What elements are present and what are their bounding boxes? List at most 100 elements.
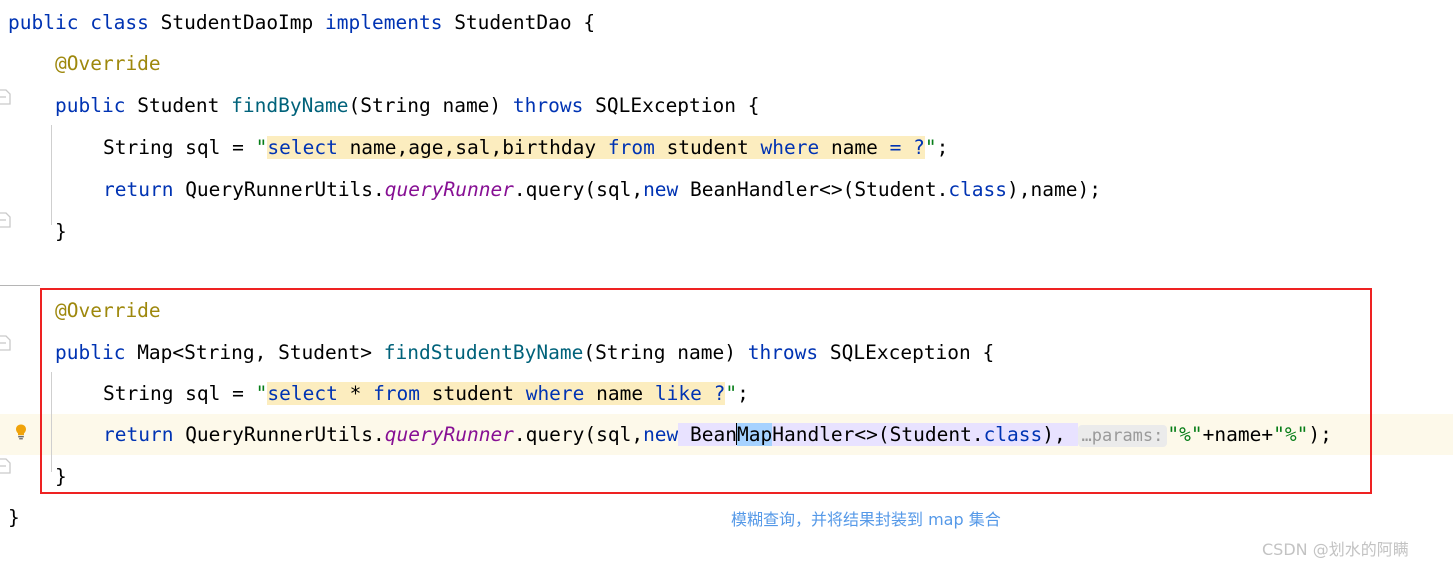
sql-keyword-from: from — [373, 382, 421, 405]
sql-table: student — [420, 382, 526, 405]
variable-name: name — [1214, 423, 1262, 446]
quote-close: " — [725, 382, 738, 405]
implementing-method-icon[interactable] — [0, 335, 12, 352]
open-brace: { — [982, 341, 995, 364]
sql-keyword-from: from — [607, 136, 655, 159]
keyword-implements: implements — [325, 11, 443, 34]
static-field-queryRunner: queryRunner — [384, 178, 514, 201]
concat-operator: + — [1261, 423, 1274, 446]
injected-sql-fragment: select * from student where name like ? — [267, 382, 726, 405]
close-brace: } — [55, 465, 67, 488]
sql-keyword-where: where — [760, 136, 820, 159]
code-line-9[interactable]: String sql = "select * from student wher… — [103, 373, 749, 414]
sql-where-column: name — [584, 382, 655, 405]
return-type-map: Map<String, Student> — [125, 341, 384, 364]
class-reference: QueryRunnerUtils. — [173, 423, 385, 446]
handler-construction: BeanHandler<>(Student. — [678, 178, 949, 201]
sql-placeholder: ? — [701, 382, 726, 405]
code-line-3[interactable]: public Student findByName(String name) t… — [55, 85, 760, 126]
annotation-override: @Override — [55, 299, 161, 322]
identifier-occurrence-highlight: BeanMapHandler<>(Student.class), — [678, 423, 1078, 446]
keyword-class: class — [948, 178, 1008, 201]
annotation-override: @Override — [55, 52, 161, 75]
keyword-class: class — [90, 11, 149, 34]
editor-gutter[interactable] — [0, 0, 40, 565]
quote-close: " — [924, 136, 937, 159]
code-line-2[interactable]: @Override — [55, 43, 161, 84]
semicolon: ; — [737, 382, 749, 405]
handler-suffix: Handler<>(Student. — [772, 423, 984, 446]
variable-declaration: String sql = — [103, 136, 256, 159]
keyword-class: class — [983, 423, 1043, 446]
code-line-5[interactable]: return QueryRunnerUtils.queryRunner.quer… — [103, 169, 1101, 210]
method-params: (String name) — [348, 94, 502, 117]
static-field-queryRunner: queryRunner — [384, 423, 514, 446]
class-reference: QueryRunnerUtils. — [173, 178, 385, 201]
keyword-public: public — [55, 341, 126, 364]
implementing-method-icon[interactable] — [0, 458, 12, 475]
sql-keyword-select: select — [267, 382, 338, 405]
sql-star: * — [337, 382, 374, 405]
handler-prefix: Bean — [678, 423, 737, 446]
method-params: (String name) — [583, 341, 748, 364]
injected-sql-fragment: select name,age,sal,birthday from studen… — [267, 136, 925, 159]
call-tail: ); — [1308, 423, 1332, 446]
method-name-findByName: findByName — [231, 94, 349, 117]
sql-table: student — [654, 136, 761, 159]
quote-open: " — [255, 136, 268, 159]
sql-where-column: name — [819, 136, 890, 159]
keyword-new: new — [643, 178, 679, 201]
call-tail: ),name); — [1007, 178, 1101, 201]
open-brace: { — [747, 94, 760, 117]
code-content[interactable]: public class StudentDaoImp implements St… — [0, 0, 1453, 565]
csdn-watermark: CSDN @划水的阿瞒 — [1262, 540, 1409, 559]
variable-declaration: String sql = — [103, 382, 256, 405]
code-line-8[interactable]: public Map<String, Student> findStudentB… — [55, 332, 994, 373]
keyword-return: return — [103, 178, 174, 201]
after-class: ), — [1042, 423, 1078, 446]
code-line-11[interactable]: } — [55, 456, 67, 497]
exception-type: SQLException — [818, 341, 983, 364]
interface-name: StudentDao — [454, 11, 572, 34]
semicolon: ; — [936, 136, 949, 159]
intention-bulb-icon[interactable] — [12, 423, 30, 441]
implementing-method-icon[interactable] — [0, 89, 12, 106]
inlay-parameter-hint[interactable]: …params: — [1077, 425, 1168, 447]
method-call: .query(sql, — [513, 423, 644, 446]
quote-open: " — [255, 382, 268, 405]
sql-placeholder: = ? — [889, 136, 925, 159]
exception-type: SQLException — [595, 94, 737, 117]
string-percent-open: "%" — [1167, 423, 1203, 446]
code-line-1[interactable]: public class StudentDaoImp implements St… — [8, 2, 595, 43]
code-line-10[interactable]: return QueryRunnerUtils.queryRunner.quer… — [103, 414, 1332, 455]
annotation-note-text: 模糊查询，并将结果封装到 map 集合 — [731, 510, 1001, 529]
keyword-throws: throws — [512, 94, 584, 117]
code-editor[interactable]: public class StudentDaoImp implements St… — [0, 0, 1453, 565]
method-call: .query(sql, — [513, 178, 644, 201]
string-percent-close: "%" — [1273, 423, 1309, 446]
sql-columns: name,age,sal,birthday — [337, 136, 608, 159]
code-line-7[interactable]: @Override — [55, 290, 161, 331]
return-type: Student — [137, 94, 220, 117]
keyword-new: new — [643, 423, 679, 446]
code-line-6[interactable]: } — [55, 211, 67, 252]
open-brace: { — [583, 11, 596, 34]
keyword-throws: throws — [747, 341, 819, 364]
sql-keyword-select: select — [267, 136, 338, 159]
method-name-findStudentByName: findStudentByName — [383, 341, 584, 364]
keyword-public: public — [55, 94, 126, 117]
keyword-return: return — [103, 423, 174, 446]
close-brace: } — [55, 220, 67, 243]
code-line-4[interactable]: String sql = "select name,age,sal,birthd… — [103, 127, 948, 168]
implementing-method-icon[interactable] — [0, 212, 12, 229]
